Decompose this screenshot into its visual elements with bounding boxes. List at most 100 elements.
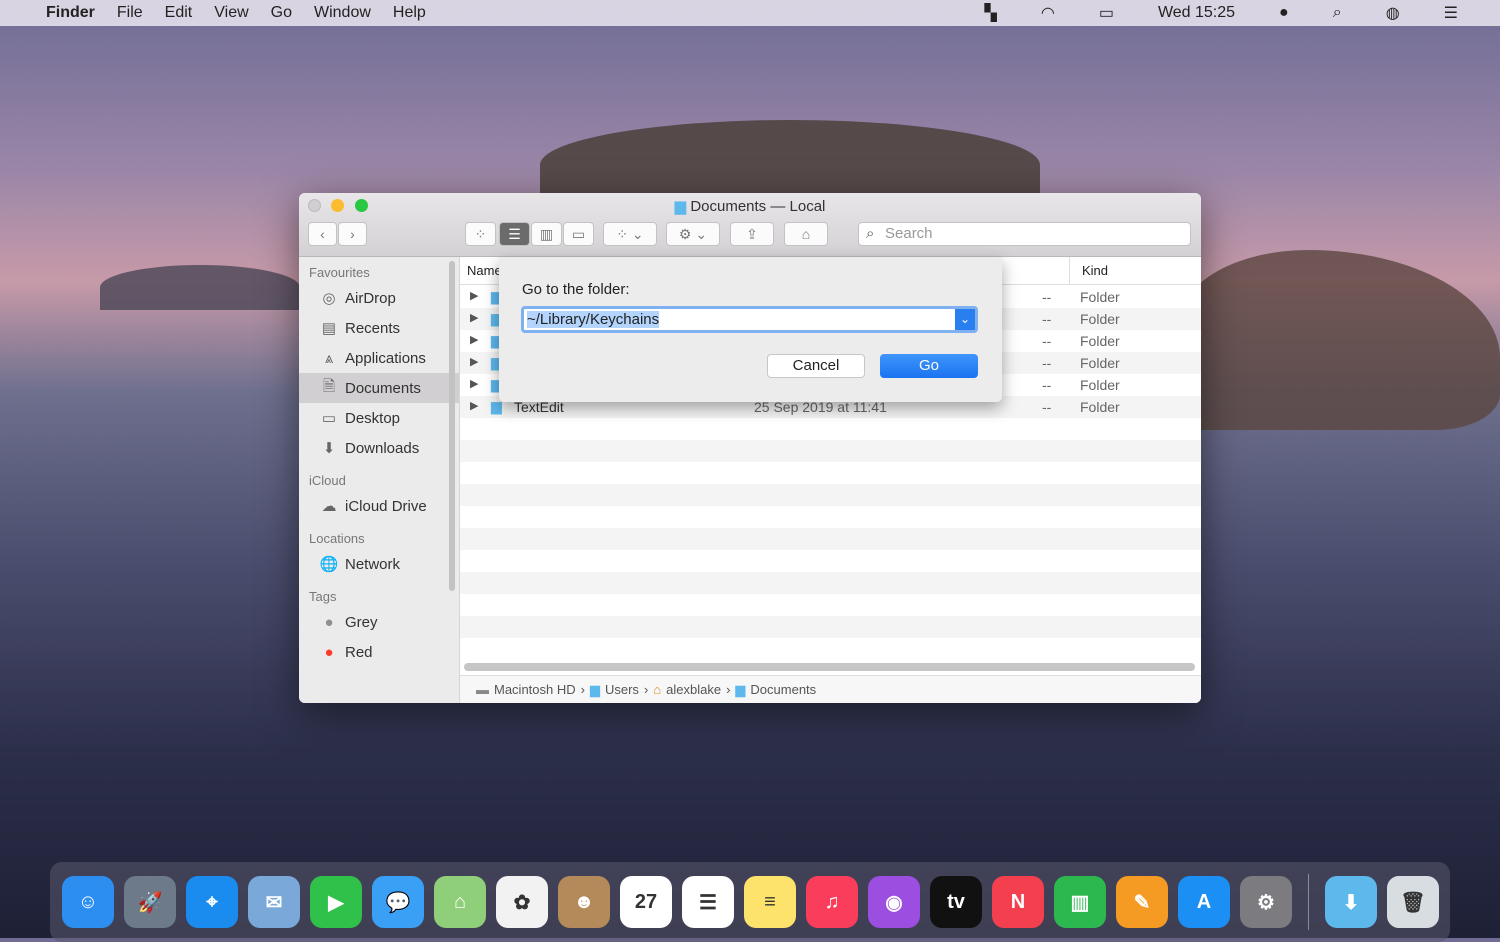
menu-edit[interactable]: Edit	[165, 4, 193, 22]
path-documents[interactable]: Documents	[750, 682, 816, 697]
icon-view-button[interactable]: ⁘	[465, 222, 496, 246]
airdrop-icon: ◎	[322, 290, 336, 307]
dock-mail-icon[interactable]: ✉	[248, 876, 300, 928]
dock-downloads-folder-icon[interactable]: ⬇	[1325, 876, 1377, 928]
search-icon: ⌕	[866, 225, 875, 242]
dock-messages-icon[interactable]: 💬	[372, 876, 424, 928]
dock-calendar-icon[interactable]: 27	[620, 876, 672, 928]
section-icloud: iCloud	[309, 473, 346, 488]
dock-trash-icon[interactable]: 🗑	[1387, 876, 1439, 928]
gallery-view-button[interactable]: ▭	[563, 222, 594, 246]
layout-icon[interactable]: ▚	[985, 3, 997, 23]
sidebar-scrollbar[interactable]	[449, 261, 455, 591]
column-name[interactable]: Name	[467, 263, 502, 278]
sidebar: Favourites ◎ AirDrop ▤ Recents ⩓ Applications…	[299, 257, 460, 703]
disclosure-triangle-icon[interactable]: ▶	[470, 333, 478, 346]
column-view-button[interactable]: ▥	[531, 222, 562, 246]
documents-icon: 🗎	[322, 377, 336, 395]
chevron-down-icon[interactable]: ⌄	[955, 309, 975, 330]
row-kind: Folder	[1080, 289, 1120, 305]
dock-notes-icon[interactable]: ≡	[744, 876, 796, 928]
dock-finder-icon[interactable]: ☺	[62, 876, 114, 928]
window-title-text: Documents — Local	[690, 198, 826, 215]
dock-numbers-icon[interactable]: ▥	[1054, 876, 1106, 928]
dock-podcasts-icon[interactable]: ◉	[868, 876, 920, 928]
tag-dot-icon: ●	[324, 613, 334, 631]
path-alexblake[interactable]: alexblake	[666, 682, 721, 697]
spotlight-icon[interactable]: ⌕	[1333, 4, 1342, 22]
forward-button[interactable]: ›	[338, 222, 367, 246]
dock-contacts-icon[interactable]: ☻	[558, 876, 610, 928]
window-title: ▆ Documents — Local	[299, 197, 1201, 215]
row-kind: Folder	[1080, 355, 1120, 371]
disclosure-triangle-icon[interactable]: ▶	[470, 355, 478, 368]
disclosure-triangle-icon[interactable]: ▶	[470, 399, 478, 412]
dock-news-icon[interactable]: N	[992, 876, 1044, 928]
row-size: --	[1042, 311, 1052, 327]
battery-icon[interactable]: ▭	[1099, 3, 1114, 23]
sidebar-item-label: AirDrop	[345, 289, 396, 307]
network-icon: 🌐	[319, 556, 339, 573]
group-button[interactable]: ⁘ ⌄	[603, 222, 657, 246]
folder-path-input[interactable]: ~/Library/Keychains ⌄	[521, 306, 978, 333]
sidebar-item-icloud-drive[interactable]: ☁ iCloud Drive	[299, 491, 459, 521]
empty-row	[460, 528, 1201, 550]
sidebar-item-applications[interactable]: ⩓ Applications	[299, 343, 459, 373]
sidebar-item-airdrop[interactable]: ◎ AirDrop	[299, 283, 459, 313]
title-bar: ▆ Documents — Local ‹ › ⁘ ☰ ▥ ▭ ⁘ ⌄ ⚙ ⌄ …	[299, 193, 1201, 257]
disclosure-triangle-icon[interactable]: ▶	[470, 311, 478, 324]
disclosure-triangle-icon[interactable]: ▶	[470, 377, 478, 390]
path-users[interactable]: Users	[605, 682, 639, 697]
dock-pages-icon[interactable]: ✎	[1116, 876, 1168, 928]
sidebar-item-recents[interactable]: ▤ Recents	[299, 313, 459, 343]
menu-file[interactable]: File	[117, 4, 143, 22]
sidebar-item-downloads[interactable]: ⬇ Downloads	[299, 433, 459, 463]
menu-window[interactable]: Window	[314, 4, 371, 22]
finder-window: ▆ Documents — Local ‹ › ⁘ ☰ ▥ ▭ ⁘ ⌄ ⚙ ⌄ …	[299, 193, 1201, 703]
dock-reminders-icon[interactable]: ☰	[682, 876, 734, 928]
clock[interactable]: Wed 15:25	[1158, 4, 1235, 22]
column-kind[interactable]: Kind	[1082, 263, 1108, 278]
menu-app-name[interactable]: Finder	[46, 4, 95, 22]
search-input[interactable]: ⌕ Search	[858, 222, 1191, 246]
dock-photos-icon[interactable]: ✿	[496, 876, 548, 928]
dock-safari-icon[interactable]: ⌖	[186, 876, 238, 928]
action-gear-button[interactable]: ⚙ ⌄	[666, 222, 720, 246]
dock-system-preferences-icon[interactable]: ⚙	[1240, 876, 1292, 928]
back-button[interactable]: ‹	[308, 222, 337, 246]
cancel-button[interactable]: Cancel	[767, 354, 865, 378]
user-icon[interactable]: ●	[1279, 4, 1289, 22]
path-macintosh-hd[interactable]: Macintosh HD	[494, 682, 576, 697]
disclosure-triangle-icon[interactable]: ▶	[470, 289, 478, 302]
wifi-icon[interactable]: ◠	[1041, 3, 1055, 23]
menu-go[interactable]: Go	[271, 4, 292, 22]
section-favourites: Favourites	[309, 265, 370, 280]
section-locations: Locations	[309, 531, 365, 546]
tag-dot-icon: ●	[324, 643, 334, 661]
dock-maps-icon[interactable]: ⌂	[434, 876, 486, 928]
tag-button[interactable]: ⌂	[784, 222, 828, 246]
wallpaper-island	[100, 265, 300, 310]
notification-center-icon[interactable]: ☰	[1444, 3, 1458, 23]
dock-tv-icon[interactable]: tv	[930, 876, 982, 928]
sidebar-item-red[interactable]: ● Red	[299, 637, 459, 667]
siri-icon[interactable]: ◍	[1386, 3, 1400, 23]
menu-help[interactable]: Help	[393, 4, 426, 22]
sidebar-item-desktop[interactable]: ▭ Desktop	[299, 403, 459, 433]
dock: ☺ 🚀 ⌖ ✉ ▶ 💬 ⌂ ✿ ☻ 27 ☰ ≡ ♫ ◉ tv N ▥ ✎ A ⚙ ⬇ 🗑	[50, 862, 1450, 942]
dock-launchpad-icon[interactable]: 🚀	[124, 876, 176, 928]
sidebar-item-grey[interactable]: ● Grey	[299, 607, 459, 637]
row-size: --	[1042, 399, 1052, 415]
list-view-button[interactable]: ☰	[499, 222, 530, 246]
menu-view[interactable]: View	[214, 4, 248, 22]
sidebar-item-network[interactable]: 🌐 Network	[299, 549, 459, 579]
share-button[interactable]: ⇪	[730, 222, 774, 246]
dock-facetime-icon[interactable]: ▶	[310, 876, 362, 928]
dock-music-icon[interactable]: ♫	[806, 876, 858, 928]
sidebar-item-documents[interactable]: 🗎 Documents	[299, 373, 459, 403]
go-button[interactable]: Go	[880, 354, 978, 378]
disk-icon: ▬	[476, 682, 489, 697]
sidebar-item-label: Applications	[345, 349, 426, 367]
horizontal-scrollbar[interactable]	[464, 663, 1195, 671]
dock-app-store-icon[interactable]: A	[1178, 876, 1230, 928]
